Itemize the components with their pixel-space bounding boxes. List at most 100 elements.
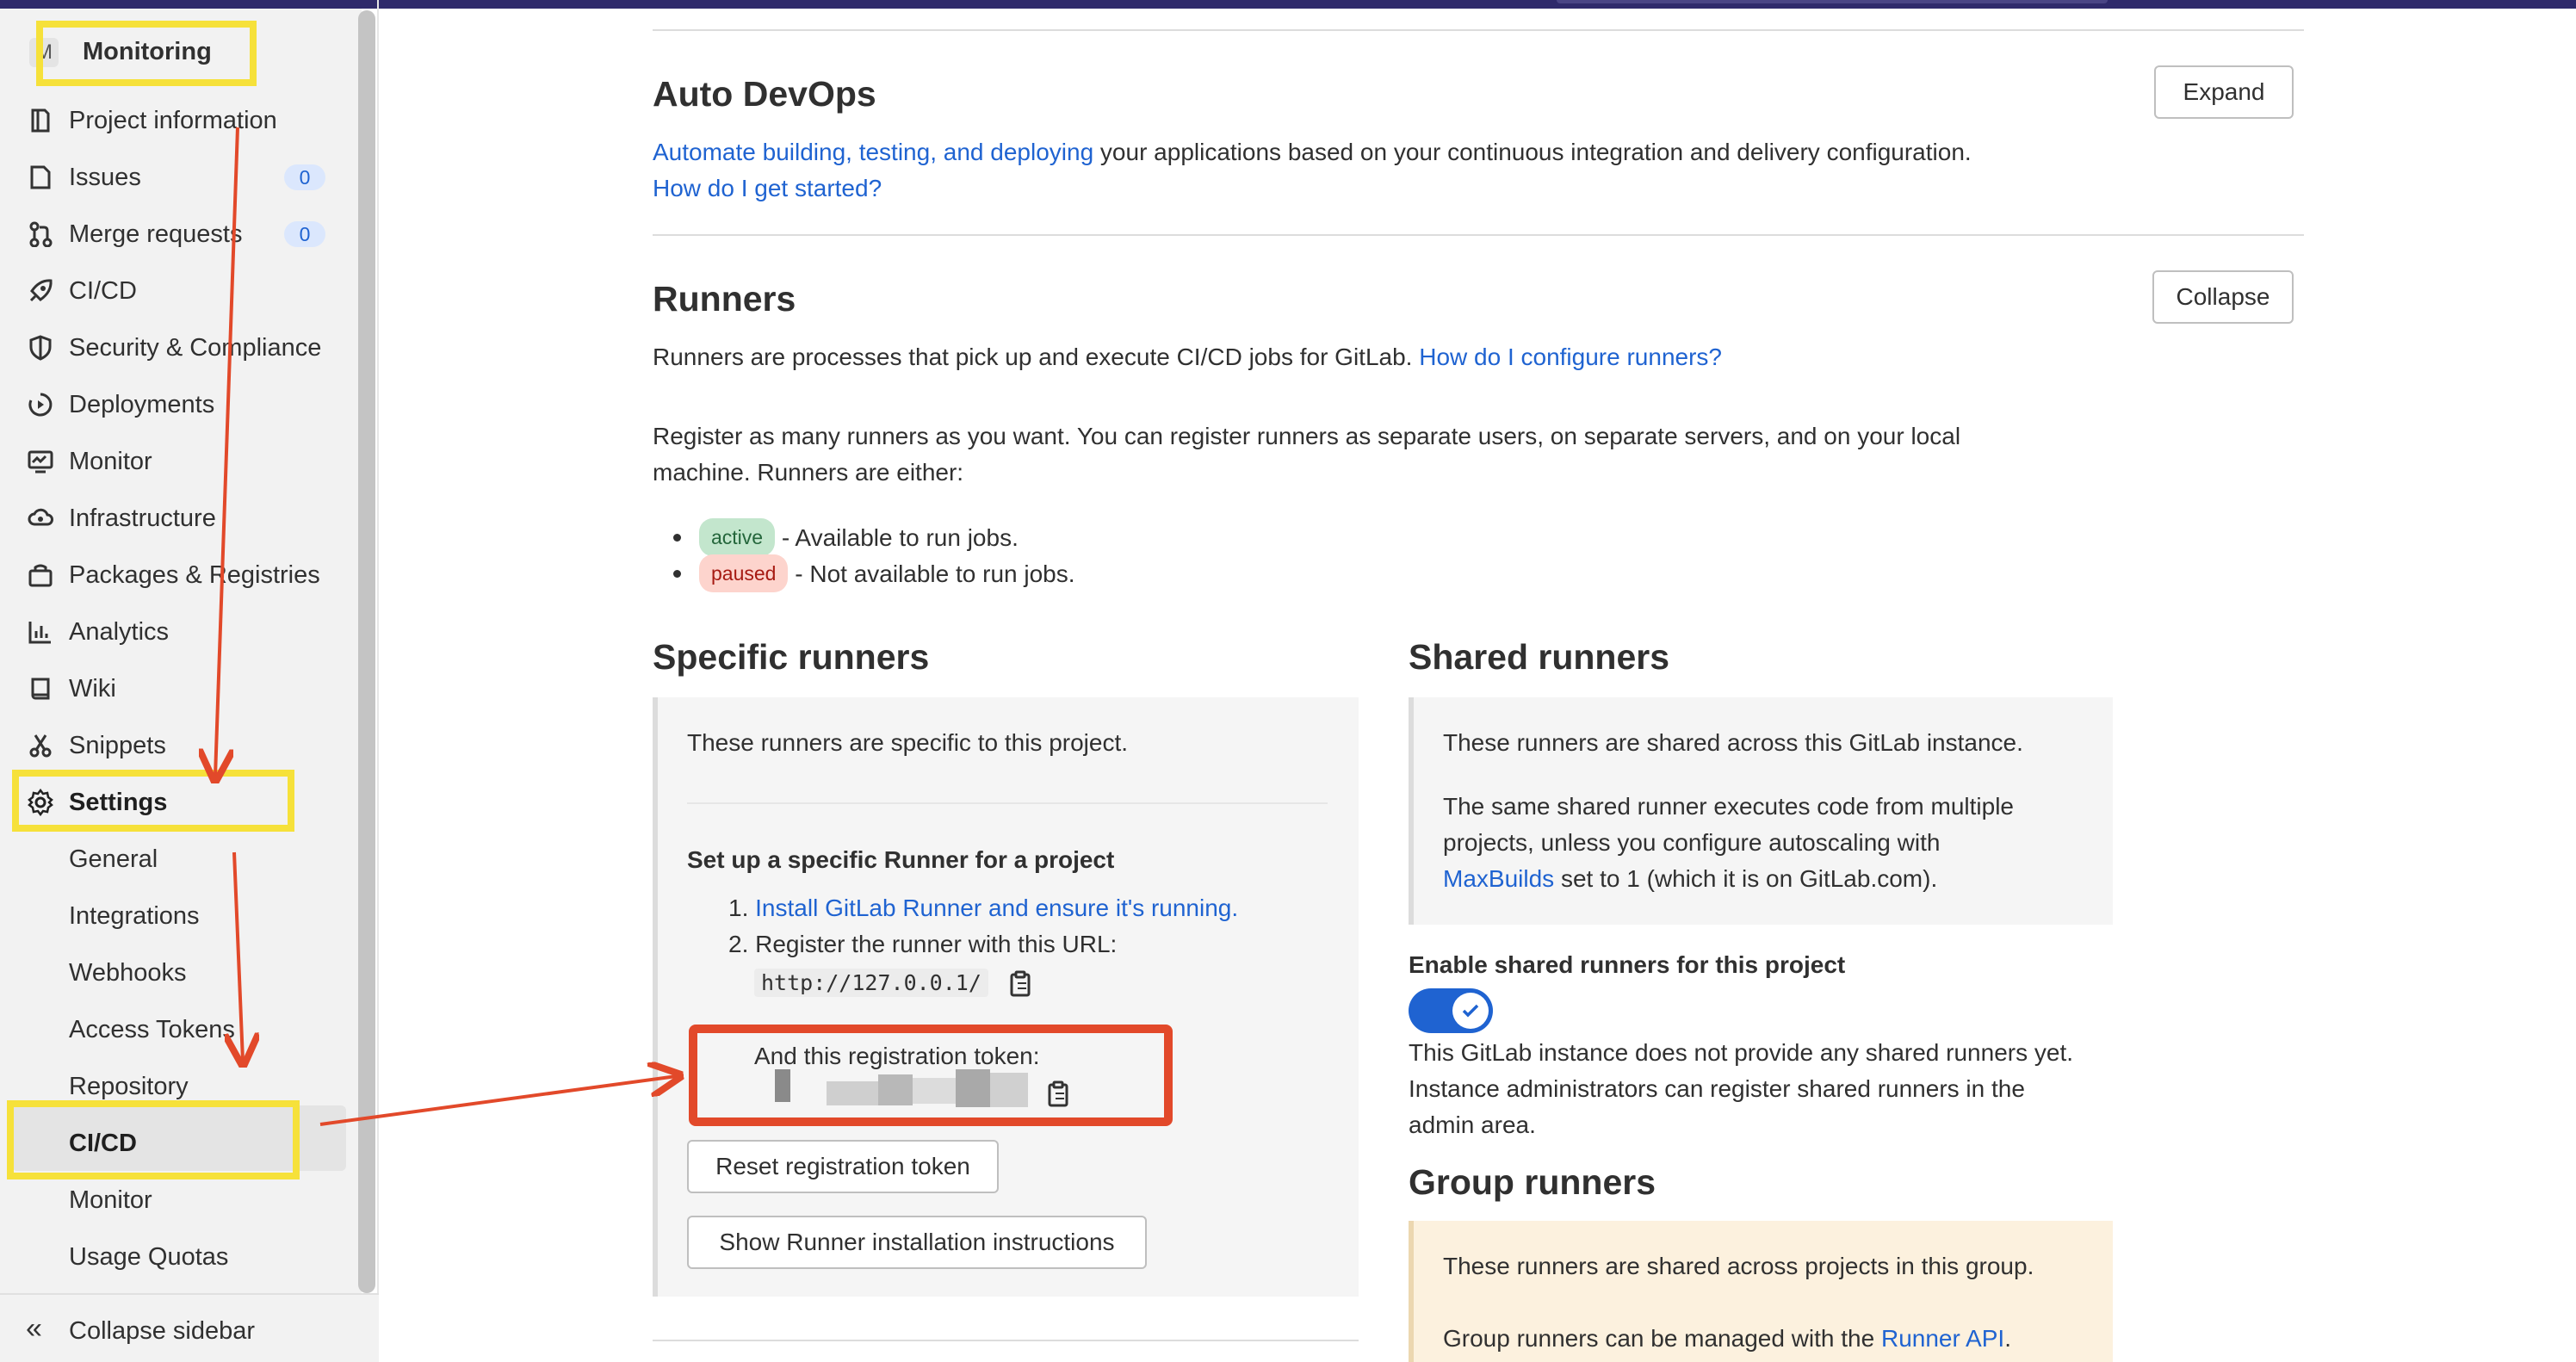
sidebar-item-label: Snippets bbox=[69, 731, 166, 759]
shared-desc-line-3: MaxBuilds set to 1 (which it is on GitLa… bbox=[1443, 861, 1937, 897]
shared-desc-line-3-text: set to 1 (which it is on GitLab.com). bbox=[1554, 865, 1938, 892]
setup-runner-title: Set up a specific Runner for a project bbox=[687, 846, 1115, 873]
settings-sub-monitor[interactable]: Monitor bbox=[69, 1186, 152, 1215]
bullet bbox=[673, 534, 681, 542]
show-runner-installation-button[interactable]: Show Runner installation instructions bbox=[687, 1216, 1147, 1269]
get-started-link[interactable]: How do I get started? bbox=[653, 175, 882, 201]
specific-runners-title: Specific runners bbox=[653, 637, 930, 677]
double-chevron-left-icon: « bbox=[26, 1312, 42, 1345]
auto-devops-link[interactable]: Automate building, testing, and deployin… bbox=[653, 139, 1093, 165]
runner-url-row: http://127.0.0.1/ bbox=[754, 964, 988, 1001]
sidebar-item-infrastructure[interactable]: Infrastructure bbox=[0, 492, 353, 544]
merge-requests-count-badge: 0 bbox=[284, 221, 325, 247]
highlight-ci-cd bbox=[7, 1100, 300, 1179]
settings-sub-general[interactable]: General bbox=[69, 845, 158, 874]
sidebar-item-deployments[interactable]: Deployments bbox=[0, 379, 353, 430]
settings-sub-webhooks[interactable]: Webhooks bbox=[69, 959, 187, 987]
toggle-knob bbox=[1452, 993, 1489, 1029]
step-2-text: Register the runner with this URL: bbox=[755, 931, 1118, 957]
sidebar-item-label: Packages & Registries bbox=[69, 560, 320, 589]
runner-url: http://127.0.0.1/ bbox=[754, 969, 988, 997]
shared-note-line-2: Instance administrators can register sha… bbox=[1409, 1075, 2025, 1102]
sidebar-item-label: Project information bbox=[69, 106, 277, 134]
rocket-icon bbox=[26, 277, 55, 305]
register-line-2: machine. Runners are either: bbox=[653, 459, 964, 486]
merge-request-icon bbox=[26, 220, 55, 248]
issues-count-badge: 0 bbox=[284, 164, 325, 190]
top-search-bar[interactable] bbox=[1557, 0, 2108, 3]
group-runners-description: These runners are shared across projects… bbox=[1443, 1253, 2034, 1279]
panel-divider bbox=[687, 802, 1328, 804]
runner-api-link[interactable]: Runner API bbox=[1881, 1325, 2004, 1352]
sidebar-item-label: Infrastructure bbox=[69, 504, 216, 532]
settings-sub-usage-quotas[interactable]: Usage Quotas bbox=[69, 1243, 228, 1272]
settings-sub-repository[interactable]: Repository bbox=[69, 1073, 189, 1101]
shared-desc-line-1: The same shared runner executes code fro… bbox=[1443, 793, 2014, 820]
register-line-1: Register as many runners as you want. Yo… bbox=[653, 423, 1961, 449]
sidebar-item-issues[interactable]: Issues 0 bbox=[0, 152, 353, 203]
sidebar-item-label: CI/CD bbox=[69, 276, 137, 305]
specific-runners-description: These runners are specific to this proje… bbox=[687, 729, 1129, 756]
collapse-button[interactable]: Collapse bbox=[2152, 270, 2294, 324]
maxbuilds-link[interactable]: MaxBuilds bbox=[1443, 865, 1554, 892]
deployments-icon bbox=[26, 391, 55, 418]
sidebar-item-project-information[interactable]: Project information bbox=[0, 95, 353, 146]
chart-icon bbox=[26, 618, 55, 646]
paused-list-item: paused - Not available to run jobs. bbox=[673, 554, 1075, 592]
cloud-gear-icon bbox=[26, 505, 55, 532]
package-icon bbox=[26, 561, 55, 589]
install-runner-link[interactable]: Install GitLab Runner and ensure it's ru… bbox=[755, 895, 1238, 921]
sidebar-item-label: Security & Compliance bbox=[69, 333, 322, 362]
settings-sub-access-tokens[interactable]: Access Tokens bbox=[69, 1016, 235, 1044]
sidebar-item-label: Analytics bbox=[69, 617, 170, 646]
bullet bbox=[673, 570, 681, 578]
get-started-line: How do I get started? bbox=[653, 170, 882, 207]
sidebar-item-label: Merge requests bbox=[69, 220, 243, 248]
sidebar-item-label: Wiki bbox=[69, 674, 116, 703]
sidebar-item-packages-registries[interactable]: Packages & Registries bbox=[0, 549, 353, 601]
active-list-item: active - Available to run jobs. bbox=[673, 518, 1019, 556]
sidebar-item-snippets[interactable]: Snippets bbox=[0, 720, 353, 771]
group-api-period: . bbox=[2004, 1325, 2011, 1352]
copy-url-icon[interactable] bbox=[1007, 969, 1033, 1003]
sidebar-item-wiki[interactable]: Wiki bbox=[0, 663, 353, 715]
configure-runners-link[interactable]: How do I configure runners? bbox=[1419, 344, 1722, 370]
group-api-text: Group runners can be managed with the bbox=[1443, 1325, 1881, 1352]
paused-status-badge: paused bbox=[699, 554, 789, 592]
shield-icon bbox=[26, 334, 55, 362]
highlight-monitoring bbox=[36, 21, 257, 86]
sidebar-item-monitor[interactable]: Monitor bbox=[0, 436, 353, 487]
scissors-icon bbox=[26, 732, 55, 759]
sidebar-item-analytics[interactable]: Analytics bbox=[0, 606, 353, 658]
paused-description: - Not available to run jobs. bbox=[788, 560, 1075, 587]
runners-intro-text: Runners are processes that pick up and e… bbox=[653, 344, 1420, 370]
sidebar-item-merge-requests[interactable]: Merge requests 0 bbox=[0, 208, 353, 260]
project-icon bbox=[26, 107, 55, 134]
shared-note-line-3: admin area. bbox=[1409, 1111, 1536, 1138]
settings-sub-integrations[interactable]: Integrations bbox=[69, 902, 200, 931]
sidebar-item-security-compliance[interactable]: Security & Compliance bbox=[0, 322, 353, 374]
step-2: 2. Register the runner with this URL: bbox=[728, 926, 1117, 963]
shared-runners-description: These runners are shared across this Git… bbox=[1443, 729, 2023, 756]
divider bbox=[653, 234, 2304, 236]
book-icon bbox=[26, 675, 55, 703]
top-navbar bbox=[0, 0, 2576, 9]
issues-icon bbox=[26, 164, 55, 191]
sidebar-scrollbar[interactable] bbox=[358, 10, 375, 1293]
highlight-settings bbox=[12, 770, 294, 832]
collapse-sidebar-button[interactable]: « Collapse sidebar bbox=[0, 1293, 379, 1362]
sidebar-item-ci-cd[interactable]: CI/CD bbox=[0, 265, 353, 317]
collapse-sidebar-label: Collapse sidebar bbox=[69, 1317, 256, 1345]
check-icon bbox=[1462, 1004, 1479, 1018]
enable-shared-runners-toggle[interactable] bbox=[1409, 988, 1493, 1033]
sidebar-item-label: Deployments bbox=[69, 390, 215, 418]
enable-shared-runners-label: Enable shared runners for this project bbox=[1409, 951, 1846, 978]
sidebar-item-label: Issues bbox=[69, 163, 141, 191]
runners-intro: Runners are processes that pick up and e… bbox=[653, 339, 1722, 375]
reset-registration-token-button[interactable]: Reset registration token bbox=[687, 1140, 999, 1193]
active-description: - Available to run jobs. bbox=[775, 524, 1019, 551]
runners-title: Runners bbox=[653, 279, 796, 319]
group-runners-api-line: Group runners can be managed with the Ru… bbox=[1443, 1321, 2011, 1357]
expand-button[interactable]: Expand bbox=[2154, 65, 2294, 119]
monitor-icon bbox=[26, 448, 55, 475]
